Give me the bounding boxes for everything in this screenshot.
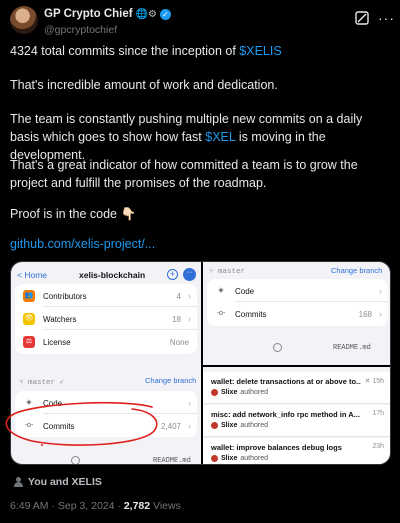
views-count: 2,782: [123, 500, 151, 512]
commit-verb: authored: [240, 455, 268, 462]
row-value: None: [169, 338, 189, 347]
post-paragraph-5: Proof is in the code 👇🏻: [10, 207, 137, 221]
commit-time: ✕ 15h: [364, 378, 385, 385]
repo-info-card: 👥 Contributors 4 › 👁 Watchers 18 › ⚖ Lic…: [15, 284, 197, 354]
post-paragraph-2: That's incredible amount of work and ded…: [10, 78, 278, 92]
contributors-icon: 👥: [23, 290, 35, 302]
person-icon: [14, 477, 23, 487]
post-timestamp[interactable]: 6:49 AM · Sep 3, 2024 ·: [10, 500, 124, 512]
cashtag-xel-link[interactable]: $XEL: [205, 130, 235, 144]
commit-list-item: wallet: improve balances debug logs 23h …: [203, 438, 390, 464]
code-icon: ◈: [218, 287, 224, 294]
list-item-license: ⚖ License None: [15, 331, 197, 353]
license-icon: ⚖: [23, 336, 35, 348]
chevron-right-icon: ›: [188, 398, 191, 408]
chevron-right-icon: ›: [379, 286, 382, 296]
red-annotation-circle: [5, 401, 158, 446]
row-value: 2,407: [160, 422, 181, 431]
commit-author: Slixe authored: [211, 455, 268, 462]
avatar[interactable]: [10, 6, 38, 34]
commit-icon: -o-: [216, 310, 226, 317]
grok-icon[interactable]: [354, 10, 370, 26]
commit-author-name: Slixe: [221, 389, 238, 396]
row-value: 168: [358, 310, 372, 319]
branch-label: ⑂ master ✓: [19, 379, 65, 387]
row-label: Commits: [235, 310, 267, 319]
more-options-icon[interactable]: ···: [378, 10, 395, 26]
chevron-right-icon: ›: [188, 314, 191, 324]
change-branch-link: Change branch: [145, 376, 197, 385]
commit-verb: authored: [240, 389, 268, 396]
row-value: 18: [172, 315, 181, 324]
branch-name: master: [218, 268, 246, 276]
code-commits-card: ◈ Code › -o- Commits 168 ›: [207, 279, 388, 326]
author-handle[interactable]: @gpcryptochief: [44, 24, 117, 36]
row-label: Watchers: [43, 315, 77, 324]
chevron-right-icon: ›: [188, 421, 191, 431]
list-item-contributors: 👥 Contributors 4 ›: [15, 285, 197, 307]
author-avatar: [211, 455, 218, 462]
post-meta: 6:49 AM · Sep 3, 2024 · 2,782 Views: [10, 500, 181, 512]
commit-time: 23h: [372, 443, 384, 450]
views-label: Views: [150, 500, 181, 512]
author-avatar: [211, 422, 218, 429]
commit-author-name: Slixe: [221, 455, 238, 462]
verified-badge-icon: ✓: [160, 8, 172, 20]
chevron-right-icon: ›: [379, 309, 382, 319]
row-label: License: [43, 338, 71, 347]
branch-name: master ✓: [28, 379, 65, 387]
author-name-text[interactable]: GP Crypto Chief: [44, 8, 133, 20]
branch-label: ⑂ master: [209, 268, 246, 276]
post-paragraph-1: 4324 total commits since the inception o…: [10, 42, 394, 60]
readme-icon: [71, 456, 80, 464]
commit-time-value: 15h: [372, 378, 384, 385]
row-label: Code: [235, 287, 255, 296]
author-name-emoji: 🌐⚙: [135, 8, 158, 20]
commit-message: wallet: delete transactions at or above …: [211, 377, 361, 386]
readme-label: README.md: [333, 344, 371, 352]
right-repo-screenshot: ⑂ master Change branch ◈ Code › -o- Comm…: [203, 262, 390, 464]
commit-time: 17h: [372, 410, 384, 417]
p1-text: 4324 total commits since the inception o…: [10, 44, 240, 58]
commit-list-item: wallet: delete transactions at or above …: [203, 372, 390, 404]
list-item-code: ◈ Code ›: [207, 280, 388, 302]
row-value: 4: [176, 292, 181, 301]
repo-title: xelis-blockchain: [79, 270, 146, 280]
commit-message: misc: add network_info rpc method in A..…: [211, 410, 360, 419]
github-link[interactable]: github.com/xelis-project/...: [10, 235, 155, 253]
cashtag-xelis-link[interactable]: $XELIS: [239, 44, 281, 58]
add-icon: +: [167, 269, 178, 280]
readme-icon: [273, 343, 282, 352]
commit-author: Slixe authored: [211, 422, 268, 429]
liked-by[interactable]: You and XELIS: [14, 476, 102, 488]
readme-label: README.md: [153, 457, 191, 465]
commit-verb: authored: [240, 422, 268, 429]
commit-message: wallet: improve balances debug logs: [211, 443, 342, 452]
back-home-button: < Home: [17, 270, 47, 280]
list-item-watchers: 👁 Watchers 18 ›: [15, 308, 197, 330]
liked-by-text: You and XELIS: [28, 476, 102, 488]
commit-author-name: Slixe: [221, 422, 238, 429]
commit-author: Slixe authored: [211, 389, 268, 396]
author-name[interactable]: GP Crypto Chief 🌐⚙ ✓: [44, 8, 172, 20]
list-item-commits: -o- Commits 168 ›: [207, 303, 388, 325]
more-icon: ···: [183, 268, 196, 281]
chevron-right-icon: ›: [188, 291, 191, 301]
author-avatar: [211, 389, 218, 396]
change-branch-link: Change branch: [331, 266, 383, 275]
watchers-icon: 👁: [23, 313, 35, 325]
commit-list-item: misc: add network_info rpc method in A..…: [203, 405, 390, 437]
post-paragraph-4: That's a great indicator of how committe…: [10, 158, 358, 190]
row-label: Contributors: [43, 292, 87, 301]
